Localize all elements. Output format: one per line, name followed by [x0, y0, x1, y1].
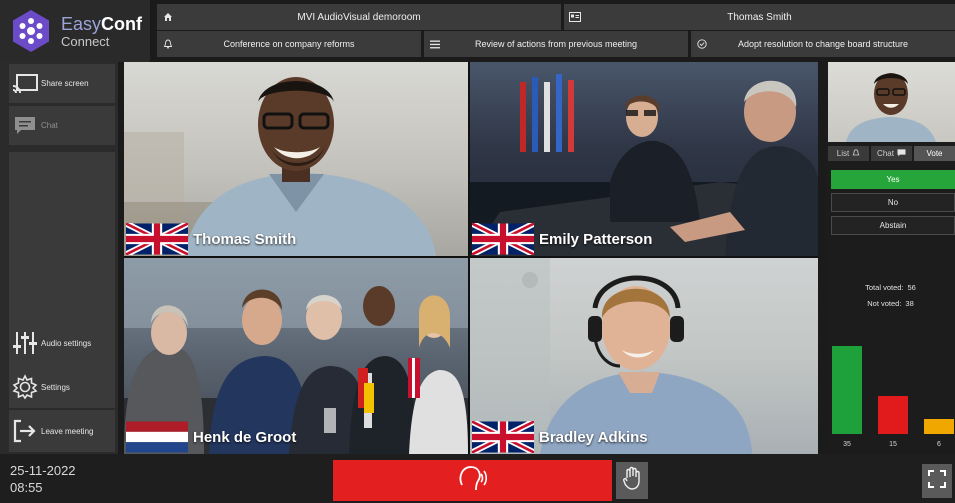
uk-flag-icon	[126, 223, 188, 255]
brand-conf: Conf	[101, 13, 143, 34]
home-icon	[157, 12, 179, 22]
tab-list-label: List	[836, 149, 850, 158]
panel-tabs: List Chat Vote	[828, 146, 955, 161]
current-date: 25-11-2022	[10, 463, 76, 478]
agenda-item-3[interactable]: Adopt resolution to change board structu…	[691, 31, 955, 57]
total-voted-label: Total voted:	[865, 283, 904, 292]
vote-no-button[interactable]: No	[831, 193, 955, 212]
brand-easy: Easy	[61, 13, 102, 34]
share-screen-button[interactable]: Share screen	[9, 64, 115, 103]
vote-bar-yes	[832, 346, 862, 434]
chat-button[interactable]: Chat	[9, 106, 115, 145]
vote-abstain-button[interactable]: Abstain	[831, 216, 955, 235]
header-top-row: MVI AudioVisual demoroom Thomas Smith	[157, 4, 955, 30]
agenda-item-label: Adopt resolution to change board structu…	[737, 39, 909, 49]
bell-icon	[852, 148, 860, 159]
participant-tile[interactable]: Thomas Smith	[124, 62, 468, 256]
right-panel: List Chat Vote Yes No Abstain Total vote…	[826, 62, 955, 454]
vote-abstain-label: Abstain	[879, 221, 907, 230]
room-info: MVI AudioVisual demoroom	[157, 4, 561, 30]
bottom-bar: 25-11-2022 08:55	[0, 454, 955, 503]
exit-icon	[9, 418, 41, 444]
share-screen-label: Share screen	[41, 79, 89, 88]
raise-hand-button[interactable]	[616, 462, 648, 499]
left-sidebar: Share screen Chat Audio settings Setting…	[0, 62, 118, 454]
vote-bar-count: 6	[937, 441, 941, 448]
speak-icon	[456, 463, 490, 498]
brand-subtitle: Connect	[61, 33, 110, 49]
request-to-speak-button[interactable]	[333, 460, 612, 501]
fullscreen-button[interactable]	[922, 464, 952, 498]
tab-chat[interactable]: Chat	[871, 146, 912, 161]
tab-vote[interactable]: Vote	[914, 146, 955, 161]
user-info: Thomas Smith	[564, 4, 955, 30]
vote-results-chart: 35 15 6	[832, 332, 955, 450]
participant-tile[interactable]: Bradley Adkins	[470, 258, 818, 454]
list-icon	[424, 40, 446, 49]
tab-chat-label: Chat	[877, 149, 894, 158]
agenda-row: Conference on company reforms Review of …	[157, 31, 955, 57]
agenda-item-1[interactable]: Conference on company reforms	[157, 31, 421, 57]
uk-flag-icon	[472, 421, 534, 453]
settings-label: Settings	[41, 382, 70, 392]
chat-label: Chat	[41, 121, 58, 130]
participant-tile[interactable]: Emily Patterson	[470, 62, 818, 256]
vote-bar-count: 35	[843, 441, 851, 448]
current-time: 08:55	[10, 480, 43, 495]
not-voted: Not voted: 38	[826, 299, 955, 308]
chat-icon	[897, 148, 906, 159]
datetime: 25-11-2022 08:55	[10, 462, 76, 496]
participant-name: Thomas Smith	[193, 230, 297, 248]
chat-icon	[9, 116, 41, 136]
user-name: Thomas Smith	[727, 11, 792, 23]
vote-bar-count: 15	[889, 441, 897, 448]
agenda-item-label: Conference on company reforms	[223, 39, 355, 49]
participant-tile[interactable]: Henk de Groot	[124, 258, 468, 454]
bell-icon	[157, 39, 179, 49]
audio-settings-button[interactable]: Audio settings	[9, 322, 115, 364]
audio-settings-label: Audio settings	[41, 338, 92, 348]
vote-no-label: No	[887, 198, 899, 207]
total-voted: Total voted: 56	[826, 283, 955, 292]
settings-button[interactable]: Settings	[9, 366, 115, 408]
not-voted-label: Not voted:	[867, 299, 902, 308]
agenda-item-2[interactable]: Review of actions from previous meeting	[424, 31, 688, 57]
cast-icon	[9, 73, 41, 94]
vote-yes-button[interactable]: Yes	[831, 170, 955, 189]
sliders-icon	[9, 330, 41, 356]
leave-meeting-button[interactable]: Leave meeting	[9, 410, 115, 452]
video-grid: Thomas Smith Emily Patterson Henk de Gro…	[124, 62, 818, 454]
easyconf-logo-icon	[9, 9, 53, 53]
hand-icon	[623, 466, 641, 495]
vote-bar-no	[878, 396, 908, 434]
uk-flag-icon	[472, 223, 534, 255]
self-video	[828, 62, 955, 142]
leave-meeting-label: Leave meeting	[41, 426, 94, 436]
app-logo: EasyConf Connect	[0, 0, 150, 62]
fullscreen-icon	[928, 469, 946, 493]
gear-icon	[9, 374, 41, 400]
id-card-icon	[564, 12, 586, 22]
agenda-item-label: Review of actions from previous meeting	[474, 39, 638, 49]
participant-name: Bradley Adkins	[539, 428, 648, 446]
room-name: MVI AudioVisual demoroom	[297, 11, 421, 23]
participant-name: Henk de Groot	[193, 428, 297, 446]
total-voted-value: 56	[907, 283, 916, 292]
vote-yes-label: Yes	[886, 175, 900, 184]
check-circle-icon	[691, 39, 713, 49]
nl-flag-icon	[126, 421, 188, 453]
tab-list[interactable]: List	[828, 146, 869, 161]
tab-vote-label: Vote	[926, 149, 943, 158]
participant-name: Emily Patterson	[539, 230, 653, 248]
not-voted-value: 38	[905, 299, 914, 308]
vote-bar-abstain	[924, 419, 954, 434]
